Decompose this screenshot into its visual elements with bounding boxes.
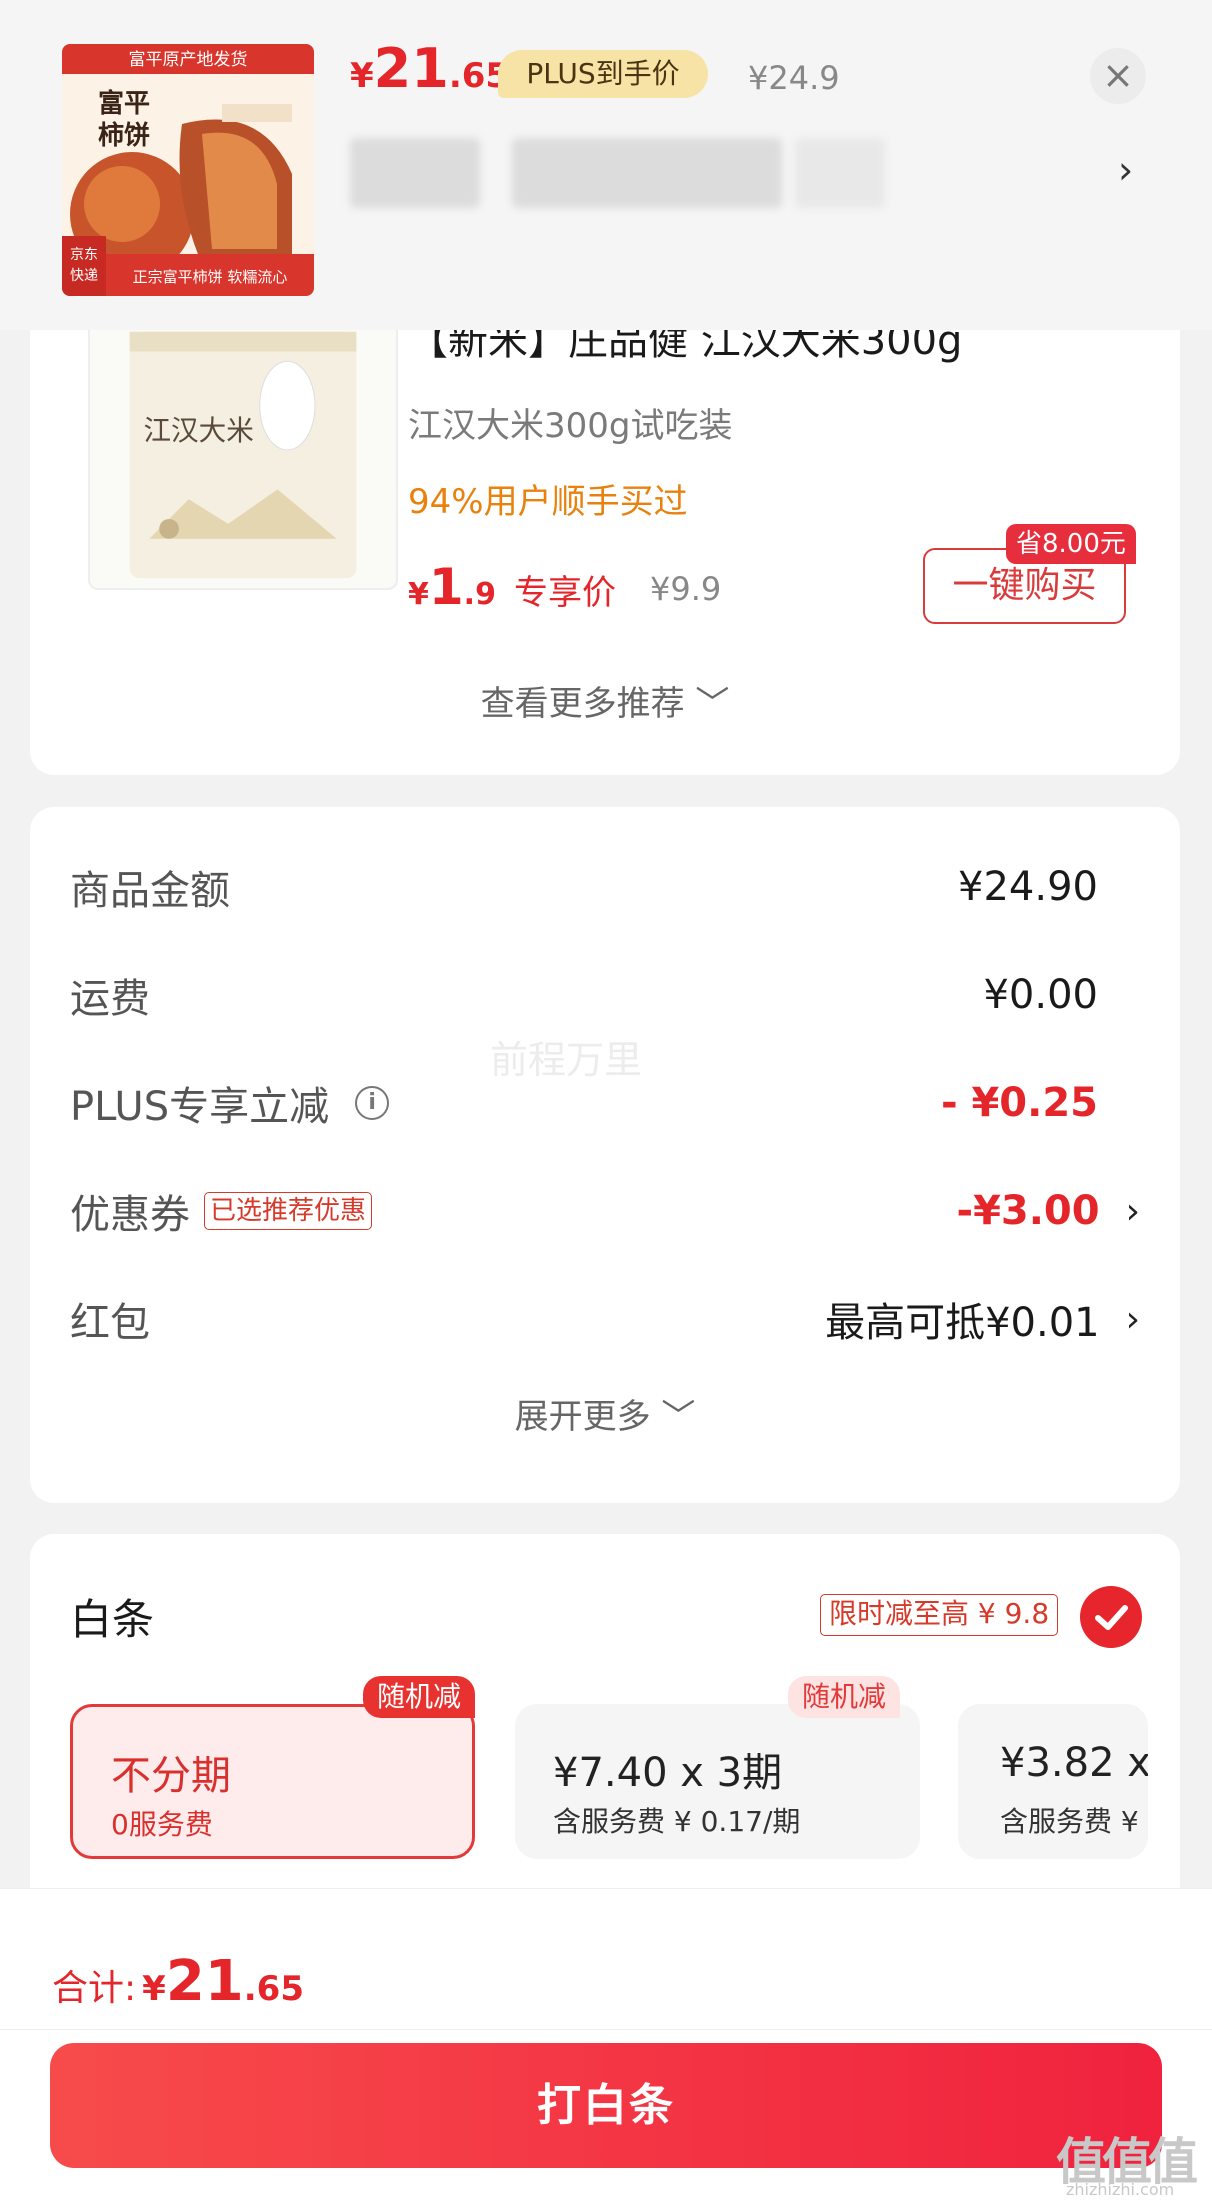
recommend-original-price: ¥9.9 — [650, 570, 722, 608]
checkout-bar: 合计: ¥ 21 .65 打白条 — [0, 1888, 1212, 2205]
rice-product-image[interactable]: 江汉大米 — [88, 330, 398, 590]
price-symbol: ¥ — [408, 577, 429, 612]
plan-main-text: ¥7.40 x 3期 — [553, 1750, 783, 1796]
installment-option-3[interactable]: 随机减 ¥7.40 x 3期 含服务费 ¥ 0.17/期 — [515, 1676, 920, 1859]
original-price: ¥24.9 — [748, 59, 840, 97]
close-icon[interactable]: × — [1090, 48, 1146, 104]
view-more-recommend-link[interactable]: 查看更多推荐 ﹀ — [30, 676, 1180, 725]
info-icon[interactable]: i — [355, 1086, 390, 1120]
blurred-sku-text — [512, 138, 782, 208]
exclusive-price-label: 专享价 — [513, 573, 616, 613]
site-watermark-url: zhizhizhi.com — [1066, 2180, 1175, 2199]
save-badge: 省8.00元 — [1006, 524, 1136, 564]
price-symbol: ¥ — [350, 56, 374, 96]
row-value: ¥0.00 — [983, 972, 1098, 1018]
installment-option-none[interactable]: 随机减 不分期 0服务费 — [70, 1676, 475, 1859]
row-label: 红包 — [70, 1300, 150, 1346]
recommend-card: 江汉大米 【新米】庄品健 江汉大米300g 江汉大米300g试吃装 94%用户顺… — [30, 330, 1180, 775]
summary-row-plus-discount: PLUS专享立减 i - ¥0.25 — [70, 1073, 1140, 1133]
thumb-name-line2: 柿饼 — [98, 120, 150, 151]
recommend-price: ¥ 1 .9 专享价 — [408, 558, 616, 616]
row-value: ¥24.90 — [958, 864, 1098, 910]
chevron-right-icon: › — [1125, 1298, 1140, 1340]
row-label-group: PLUS专享立减 i — [70, 1074, 390, 1132]
chevron-right-icon: › — [1125, 1190, 1140, 1232]
rice-bag-illustration: 江汉大米 — [129, 331, 357, 579]
summary-row-goods-amount: 商品金额 ¥24.90 — [70, 857, 1140, 917]
price-integer: 1 — [428, 558, 464, 616]
recommend-title[interactable]: 【新米】庄品健 江汉大米300g — [408, 330, 962, 366]
price-integer: 21 — [373, 37, 449, 100]
plan-sub-text: 0服务费 — [111, 1808, 213, 1841]
check-icon[interactable] — [1080, 1586, 1142, 1648]
row-label: 运费 — [70, 976, 150, 1022]
price-symbol: ¥ — [142, 1969, 166, 2009]
plan-main-text: ¥3.82 x — [1000, 1740, 1148, 1786]
plus-price-badge: PLUS到手价 — [498, 50, 708, 98]
baitiao-title: 白条 — [70, 1595, 155, 1644]
blurred-sku-text — [350, 138, 480, 208]
expand-more-link[interactable]: 展开更多 ﹀ — [30, 1389, 1180, 1438]
total-label: 合计: — [52, 1968, 137, 2009]
plan-sub-text: 含服务费 ¥ — [1000, 1805, 1139, 1838]
product-thumbnail[interactable]: 富平原产地发货 富平 柿饼 京东 快递 正宗富平柿饼 软糯流心 — [62, 44, 314, 296]
row-label: PLUS专享立减 — [70, 1084, 330, 1130]
plan-sub-text: 含服务费 ¥ 0.17/期 — [553, 1805, 801, 1838]
recommend-social-proof: 94%用户顺手买过 — [408, 482, 688, 522]
row-value: 最高可抵¥0.01 — [825, 1300, 1100, 1346]
random-discount-badge: 随机减 — [787, 1676, 900, 1718]
row-label: 商品金额 — [70, 868, 230, 914]
thumb-corner-line2: 快递 — [70, 268, 98, 284]
rice-bag-label: 江汉大米 — [143, 414, 253, 447]
price-integer: 21 — [165, 1949, 244, 2014]
order-summary-card: 前程万里 商品金额 ¥24.90 运费 ¥0.00 PLUS专享立减 i - ¥… — [30, 807, 1180, 1503]
price-decimal: .9 — [463, 577, 496, 612]
summary-row-shipping: 运费 ¥0.00 — [70, 965, 1140, 1025]
row-label: 优惠券 — [70, 1192, 190, 1238]
summary-row-coupon[interactable]: 优惠券 已选推荐优惠 -¥3.00 › — [70, 1181, 1140, 1241]
thumb-name-line1: 富平 — [98, 88, 150, 119]
header-price: ¥ 21 .65 — [350, 42, 509, 112]
persimmon-product-image: 富平原产地发货 富平 柿饼 京东 快递 正宗富平柿饼 软糯流心 — [62, 44, 314, 296]
product-header: 富平原产地发货 富平 柿饼 京东 快递 正宗富平柿饼 软糯流心 ¥ 21 .65… — [0, 0, 1212, 330]
recommend-subtitle: 江汉大米300g试吃装 — [408, 406, 733, 446]
row-label-group: 优惠券 已选推荐优惠 — [70, 1182, 373, 1240]
summary-row-red-packet[interactable]: 红包 最高可抵¥0.01 › — [70, 1289, 1140, 1349]
row-value-group: -¥3.00 › — [956, 1188, 1140, 1234]
chevron-right-icon[interactable]: › — [1118, 148, 1133, 192]
price-decimal: .65 — [243, 1969, 304, 2009]
thumb-corner-line1: 京东 — [70, 247, 98, 263]
row-value-group: 最高可抵¥0.01 › — [825, 1290, 1140, 1348]
pay-with-baitiao-button[interactable]: 打白条 — [50, 2043, 1162, 2168]
plan-main-text: 不分期 — [111, 1753, 231, 1799]
blurred-sku-text — [795, 138, 885, 208]
installment-option-6[interactable]: ¥3.82 x 含服务费 ¥ — [958, 1704, 1148, 1859]
baitiao-card: 白条 限时减至高 ¥ 9.8 随机减 不分期 0服务费 随机减 ¥7.40 x … — [30, 1534, 1180, 1894]
thumb-banner-text: 富平原产地发货 — [129, 50, 248, 70]
order-total: 合计: ¥ 21 .65 — [52, 1949, 304, 2014]
row-value: - ¥0.25 — [940, 1080, 1098, 1126]
baitiao-promo-tag: 限时减至高 ¥ 9.8 — [820, 1594, 1059, 1636]
random-discount-badge: 随机减 — [362, 1676, 475, 1718]
thumb-footer-text: 正宗富平柿饼 软糯流心 — [133, 268, 288, 286]
divider — [0, 2029, 1212, 2030]
coupon-selected-tag: 已选推荐优惠 — [204, 1192, 373, 1230]
row-value: -¥3.00 — [956, 1188, 1100, 1234]
